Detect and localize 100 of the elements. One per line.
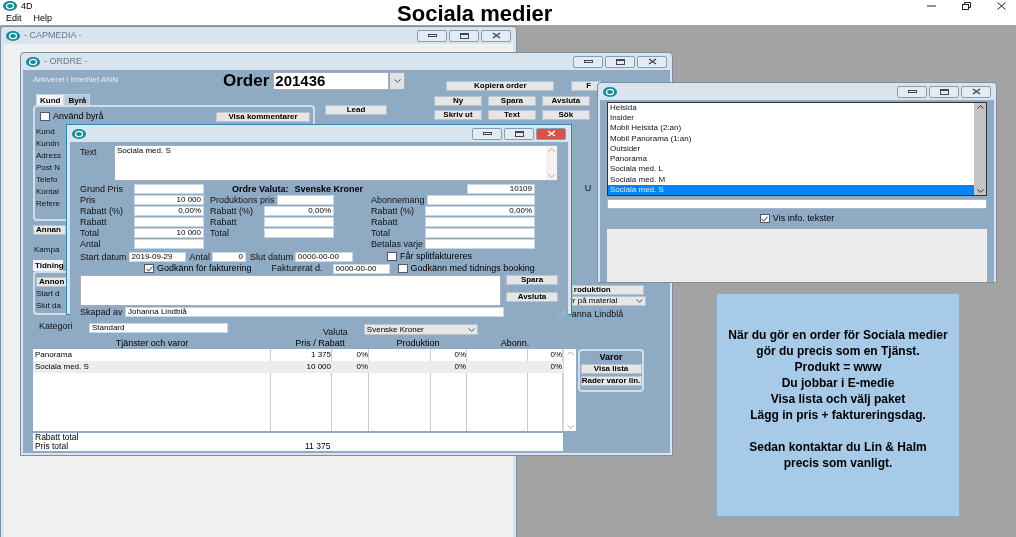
list-item[interactable]: Sociala med. L bbox=[608, 164, 974, 175]
maximize-button[interactable] bbox=[449, 29, 479, 42]
list-item[interactable]: Mobil Helsida (2:an) bbox=[608, 123, 974, 134]
checkbox[interactable] bbox=[144, 264, 154, 273]
search-field[interactable] bbox=[607, 199, 987, 209]
material-select[interactable]: r på material bbox=[571, 296, 646, 306]
text-field[interactable] bbox=[134, 239, 204, 249]
list-item[interactable]: Helsida bbox=[608, 103, 974, 114]
app-logo-icon bbox=[6, 30, 20, 41]
minimize-button[interactable] bbox=[417, 29, 447, 42]
text-field[interactable]: Standard bbox=[89, 322, 228, 333]
text-field[interactable]: 0,00% bbox=[134, 206, 204, 216]
text-field[interactable] bbox=[276, 195, 334, 205]
list-item[interactable]: Insider bbox=[608, 113, 974, 124]
checkbox[interactable] bbox=[759, 214, 770, 224]
maximize-button[interactable] bbox=[504, 127, 534, 140]
table-cell-text: 10 000 bbox=[305, 361, 332, 373]
button[interactable]: Visa kommentarer bbox=[216, 111, 310, 122]
list-item[interactable]: Sociala med. M bbox=[608, 174, 974, 185]
creator-field[interactable]: Johanna Lindblå bbox=[125, 307, 504, 317]
checkbox[interactable] bbox=[40, 112, 50, 122]
button[interactable]: Skriv ut bbox=[434, 110, 482, 120]
checkbox-label: Vis info. tekster bbox=[772, 212, 835, 225]
tab[interactable]: Tidning bbox=[33, 260, 63, 271]
maximize-button[interactable] bbox=[929, 85, 959, 98]
button[interactable]: Annan bbox=[33, 225, 66, 235]
button[interactable]: Spara bbox=[487, 96, 536, 106]
button[interactable]: Rader varor lin. bbox=[580, 376, 642, 386]
minimize-button[interactable] bbox=[897, 85, 927, 98]
text-field[interactable]: 10 000 bbox=[134, 228, 204, 238]
checkbox[interactable] bbox=[387, 252, 398, 261]
text-field[interactable]: 0,00% bbox=[425, 206, 535, 216]
field-label: Start datum bbox=[80, 251, 127, 262]
close-button[interactable] bbox=[961, 85, 991, 98]
text-field[interactable] bbox=[134, 184, 204, 194]
list-item[interactable]: Outsider bbox=[608, 143, 974, 155]
button[interactable]: Kopiera order bbox=[446, 81, 555, 91]
button[interactable]: Ny bbox=[434, 96, 482, 106]
button[interactable]: Sök bbox=[541, 110, 590, 120]
table-cell-text: 0% bbox=[453, 349, 467, 361]
text-field[interactable] bbox=[264, 228, 334, 238]
text-field[interactable] bbox=[426, 195, 535, 205]
tab[interactable]: Byrå bbox=[64, 94, 91, 105]
page-heading: Sociala medier bbox=[397, 1, 553, 25]
list-item[interactable]: Panorama bbox=[608, 154, 974, 165]
checkbox-label: Godkänn för fakturering bbox=[157, 261, 252, 275]
order-number-field[interactable]: 201436 bbox=[273, 72, 390, 90]
button[interactable]: Visa lista bbox=[580, 364, 642, 374]
field-label: Antal bbox=[80, 239, 102, 249]
text-field[interactable] bbox=[425, 228, 535, 238]
text-area[interactable]: Sociala med. S bbox=[113, 145, 558, 181]
close-button[interactable] bbox=[536, 127, 566, 140]
restore-icon[interactable] bbox=[962, 2, 971, 10]
button[interactable]: Avsluta bbox=[506, 292, 558, 302]
currency-select[interactable]: Svenske Kroner bbox=[363, 324, 478, 335]
scrollbar[interactable] bbox=[563, 349, 576, 431]
text-field[interactable]: 0000-00-00 bbox=[332, 263, 390, 274]
minimize-button[interactable] bbox=[472, 127, 502, 140]
menu-item[interactable]: Edit bbox=[6, 13, 22, 23]
close-button[interactable] bbox=[481, 29, 511, 42]
column-header: Pris / Rabatt bbox=[294, 337, 346, 349]
scrollbar[interactable] bbox=[546, 146, 557, 180]
field-label: Produktions pris bbox=[210, 195, 275, 205]
checkbox-label: Använd byrå bbox=[53, 110, 104, 123]
maximize-button[interactable] bbox=[605, 55, 635, 68]
button[interactable]: roduktion bbox=[571, 285, 644, 295]
text-field[interactable]: 0000-00-00 bbox=[295, 251, 354, 262]
close-icon[interactable] bbox=[997, 2, 1006, 10]
button[interactable]: Text bbox=[487, 110, 536, 120]
button[interactable]: Spara bbox=[506, 275, 558, 285]
button[interactable]: Avsluta bbox=[541, 96, 590, 106]
info-text: Sedan kontaktar du Lin & Halm precis som vanligt. bbox=[748, 439, 928, 471]
text-field[interactable] bbox=[134, 217, 204, 227]
minimize-icon[interactable] bbox=[927, 2, 936, 10]
table-cell-text: 0% bbox=[453, 361, 467, 373]
field-label: Antal bbox=[189, 251, 211, 262]
minimize-button[interactable] bbox=[573, 55, 603, 68]
scrollbar[interactable] bbox=[974, 103, 986, 195]
text-field[interactable]: 0,00% bbox=[264, 206, 334, 216]
list-item[interactable]: Mobil Panorama (1:an) bbox=[608, 133, 974, 144]
text-field[interactable] bbox=[264, 217, 334, 227]
field-label: Betalas varje bbox=[371, 239, 424, 249]
field-label: Rabatt (%) bbox=[371, 206, 415, 216]
record-number-field[interactable]: 10109 bbox=[467, 184, 535, 194]
field-label: Adress bbox=[36, 150, 61, 161]
text-field[interactable]: 0 bbox=[212, 251, 247, 262]
field-label: Kund bbox=[36, 126, 55, 137]
menu-item[interactable]: Help bbox=[33, 13, 53, 23]
text-field[interactable] bbox=[425, 239, 535, 249]
close-button[interactable] bbox=[637, 55, 667, 68]
field-label: Total bbox=[80, 228, 100, 238]
text-field[interactable] bbox=[425, 217, 535, 227]
field-label: Kundn bbox=[36, 138, 60, 149]
checkbox[interactable] bbox=[397, 264, 408, 273]
text-field[interactable]: 2019-09-29 bbox=[128, 251, 186, 262]
tab[interactable]: Kund bbox=[36, 94, 65, 105]
field-label: Total bbox=[371, 228, 391, 238]
button[interactable]: Annon bbox=[36, 277, 67, 287]
text-field[interactable]: 10 000 bbox=[134, 195, 204, 205]
button[interactable]: Lead bbox=[325, 105, 387, 115]
